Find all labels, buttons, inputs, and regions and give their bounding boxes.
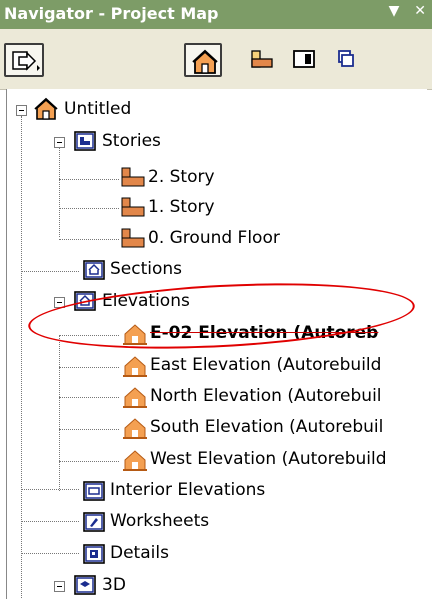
section-folder-icon [83, 260, 105, 280]
tree-item-label: Stories [102, 131, 161, 151]
tree-item-label: 1. Story [148, 197, 215, 217]
panel-title: Navigator - Project Map [4, 4, 219, 23]
navigator-toolbar [0, 29, 432, 90]
tree-item-label: East Elevation (Autorebuild [150, 355, 382, 375]
tree-item-label: 0. Ground Floor [148, 228, 280, 248]
publish-menu-button[interactable] [4, 43, 44, 77]
collapse-toggle-icon[interactable] [54, 137, 65, 148]
tree-item-label: Sections [110, 259, 183, 279]
elevation-view-icon [123, 387, 147, 408]
panel-menu-dropdown-icon[interactable]: ▼ [389, 3, 400, 19]
tree-item-label: West Elevation (Autorebuild [150, 449, 387, 469]
tree-item-label: Details [110, 543, 169, 563]
worksheet-folder-icon [83, 512, 105, 532]
publisher-sets-icon [338, 50, 354, 67]
tree-item-label: Interior Elevations [110, 480, 266, 500]
close-icon[interactable]: ✕ [414, 3, 426, 19]
tree-item-label: Untitled [64, 99, 132, 119]
elevation-view-icon [123, 450, 147, 471]
tree-item-label: North Elevation (Autorebuil [150, 386, 382, 406]
story-icon [121, 167, 145, 187]
elevation-view-icon [123, 418, 147, 439]
publisher-sets-button[interactable] [326, 43, 364, 77]
3d-folder-icon [74, 575, 96, 595]
layout-book-icon [293, 50, 315, 68]
story-icon [121, 228, 145, 248]
story-icon [121, 197, 145, 217]
navigator-title-bar[interactable]: Navigator - Project Map ▼ ✕ [0, 0, 432, 29]
view-map-icon [251, 50, 273, 68]
tree-item-label: 3D [102, 575, 126, 595]
collapse-toggle-icon[interactable] [16, 105, 27, 116]
house-icon [192, 49, 218, 74]
stories-folder-icon [74, 131, 96, 151]
tree-item-label: 2. Story [148, 167, 215, 187]
details-folder-icon [83, 544, 105, 564]
house-icon [34, 97, 58, 120]
tree-item-label: Worksheets [110, 511, 210, 531]
elevation-view-icon [123, 356, 147, 377]
view-map-button[interactable] [244, 43, 282, 77]
collapse-toggle-icon[interactable] [54, 581, 65, 592]
tree-item-label: South Elevation (Autorebuil [150, 417, 384, 437]
layout-book-button[interactable] [286, 43, 324, 77]
interior-elevation-folder-icon [83, 481, 105, 501]
publish-menu-icon [12, 51, 40, 71]
project-map-button[interactable] [184, 43, 222, 77]
